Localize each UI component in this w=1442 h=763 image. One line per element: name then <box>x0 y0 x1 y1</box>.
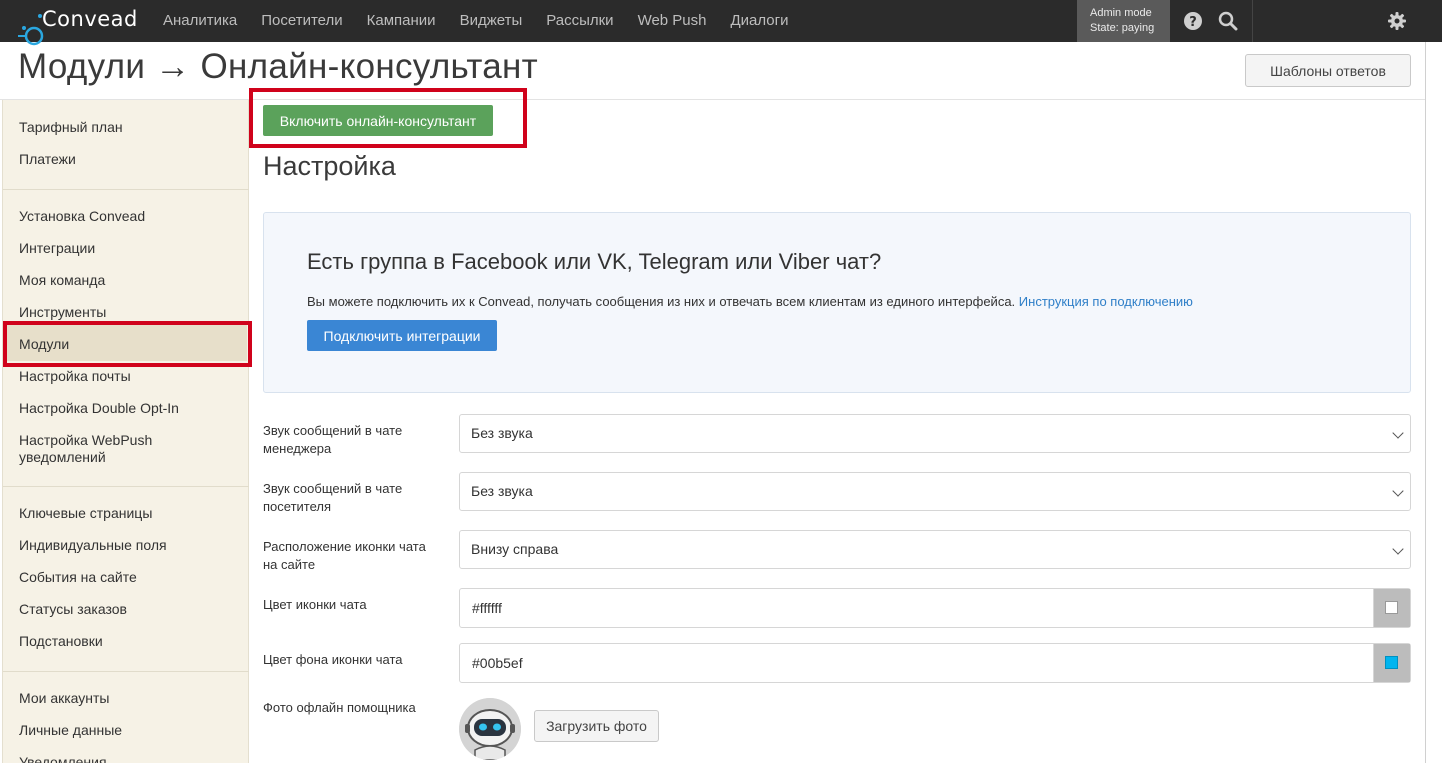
sidebar-item-install[interactable]: Установка Convead <box>19 208 145 225</box>
icon-bg-color-label: Цвет фона иконки чата <box>263 652 403 667</box>
visitor-sound-select[interactable]: Без звука <box>459 472 1411 511</box>
icon-color-input[interactable]: #ffffff <box>459 588 1411 628</box>
visitor-sound-value: Без звука <box>471 483 533 499</box>
sidebar-divider <box>3 189 249 190</box>
sidebar-item-my-accounts[interactable]: Мои аккаунты <box>19 690 110 707</box>
sidebar-item-payments[interactable]: Платежи <box>19 151 76 168</box>
admin-mode-badge[interactable]: Admin mode State: paying <box>1077 0 1170 42</box>
manager-sound-value: Без звука <box>471 425 533 441</box>
offline-assistant-photo-label: Фото офлайн помощника <box>263 700 416 715</box>
sidebar-item-integrations[interactable]: Интеграции <box>19 240 95 257</box>
connection-guide-link[interactable]: Инструкция по подключению <box>1019 294 1193 309</box>
promo-title: Есть группа в Facebook или VK, Telegram … <box>307 249 882 274</box>
icon-color-value: #ffffff <box>472 600 502 616</box>
highlight-box-enable-button <box>249 88 527 148</box>
topbar-divider <box>1252 0 1253 42</box>
nav-campaigns[interactable]: Кампании <box>367 0 436 42</box>
manager-sound-label: Звук сообщений в чате менеджера <box>263 423 403 456</box>
admin-mode-label: Admin mode <box>1090 7 1152 19</box>
sidebar-item-webpush-settings[interactable]: Настройка WebPush уведомлений <box>19 432 152 466</box>
nav-widgets[interactable]: Виджеты <box>460 0 523 42</box>
convead-logo[interactable]: Convead <box>18 6 143 46</box>
nav-dialogs[interactable]: Диалоги <box>731 0 789 42</box>
main-nav: Аналитика Посетители Кампании Виджеты Ра… <box>163 0 813 42</box>
nav-web-push[interactable]: Web Push <box>638 0 707 42</box>
search-icon[interactable] <box>1218 11 1238 31</box>
page-title: Модули → Онлайн-консультант <box>18 47 539 86</box>
state-label: State: paying <box>1090 22 1155 34</box>
sidebar-item-key-pages[interactable]: Ключевые страницы <box>19 505 152 522</box>
logo-text: Convead <box>42 7 138 31</box>
gear-icon[interactable] <box>1387 11 1407 31</box>
section-title: Настройка <box>263 151 396 181</box>
integrations-promo-panel: Есть группа в Facebook или VK, Telegram … <box>263 212 1411 393</box>
sidebar-item-substitutions[interactable]: Подстановки <box>19 633 103 650</box>
sidebar-item-order-statuses[interactable]: Статусы заказов <box>19 601 127 618</box>
icon-position-value: Внизу справа <box>471 541 559 557</box>
promo-description: Вы можете подключить их к Convead, получ… <box>307 294 1016 309</box>
icon-position-label: Расположение иконки чата на сайте <box>263 539 426 572</box>
assistant-avatar <box>459 698 521 760</box>
chevron-down-icon <box>1392 427 1404 439</box>
icon-bg-color-input[interactable]: #00b5ef <box>459 643 1411 683</box>
sidebar-item-custom-fields[interactable]: Индивидуальные поля <box>19 537 167 554</box>
promo-text: Вы можете подключить их к Convead, получ… <box>307 294 1193 309</box>
sidebar-item-notifications[interactable]: Уведомления <box>19 754 107 763</box>
icon-color-picker[interactable] <box>1373 589 1410 627</box>
sidebar-item-mail-settings[interactable]: Настройка почты <box>19 368 131 385</box>
sidebar-item-personal-data[interactable]: Личные данные <box>19 722 122 739</box>
reply-templates-button[interactable]: Шаблоны ответов <box>1245 54 1411 87</box>
sidebar-item-team[interactable]: Моя команда <box>19 272 105 289</box>
icon-bg-color-value: #00b5ef <box>472 655 523 671</box>
chevron-down-icon <box>1392 485 1404 497</box>
sidebar-divider <box>3 486 249 487</box>
connect-integrations-button[interactable]: Подключить интеграции <box>307 320 497 351</box>
settings-sidebar: Тарифный план Платежи Установка Convead … <box>2 100 249 763</box>
icon-position-select[interactable]: Внизу справа <box>459 530 1411 569</box>
icon-bg-color-picker[interactable] <box>1373 644 1410 682</box>
robot-avatar-icon <box>459 698 521 760</box>
sidebar-item-tariff[interactable]: Тарифный план <box>19 119 123 136</box>
icon-color-label: Цвет иконки чата <box>263 597 367 612</box>
visitor-sound-label: Звук сообщений в чате посетителя <box>263 481 403 514</box>
manager-sound-select[interactable]: Без звука <box>459 414 1411 453</box>
sidebar-item-double-opt-in[interactable]: Настройка Double Opt-In <box>19 400 179 417</box>
sidebar-item-tools[interactable]: Инструменты <box>19 304 106 321</box>
upload-photo-button[interactable]: Загрузить фото <box>534 710 659 742</box>
help-icon[interactable]: ? <box>1183 11 1203 31</box>
page-right-margin <box>1426 42 1442 763</box>
icon-bg-color-swatch <box>1385 656 1398 669</box>
sidebar-item-site-events[interactable]: События на сайте <box>19 569 137 586</box>
top-navigation-bar: Convead Аналитика Посетители Кампании Ви… <box>0 0 1442 46</box>
highlight-box-modules <box>3 321 252 367</box>
chevron-down-icon <box>1392 543 1404 555</box>
nav-visitors[interactable]: Посетители <box>261 0 342 42</box>
svg-text:?: ? <box>1189 15 1197 30</box>
nav-analytics[interactable]: Аналитика <box>163 0 237 42</box>
nav-mailings[interactable]: Рассылки <box>546 0 613 42</box>
icon-color-swatch <box>1385 601 1398 614</box>
sidebar-divider <box>3 671 249 672</box>
